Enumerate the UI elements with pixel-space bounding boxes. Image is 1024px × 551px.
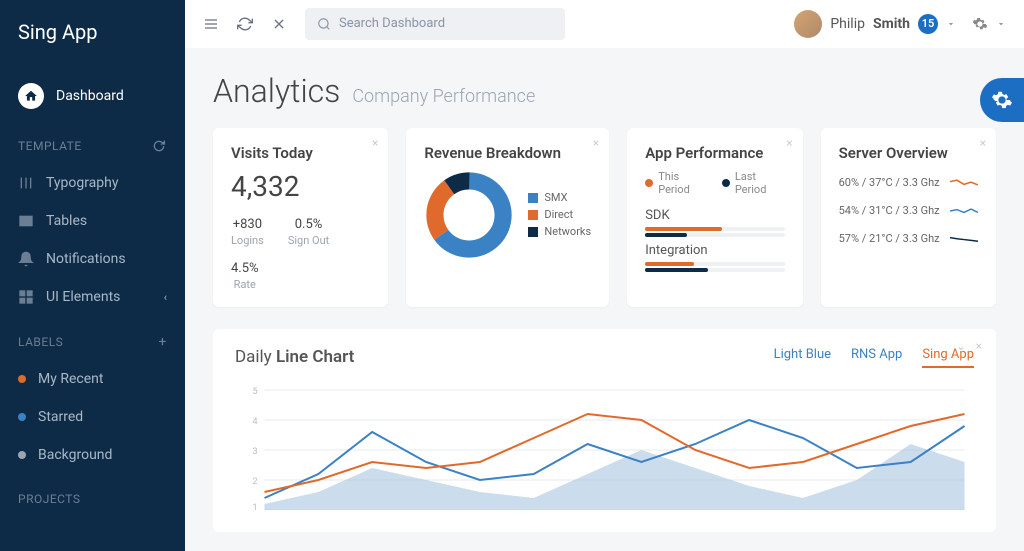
tab-light-blue[interactable]: Light Blue [774, 347, 831, 368]
legend-item: SMX [528, 191, 591, 204]
line-chart: 5 4 3 2 1 [235, 380, 974, 510]
section-labels: LABELS+ [0, 316, 185, 360]
nav-typography[interactable]: Typography [0, 164, 185, 202]
server-row: 57% / 21°C / 3.3 Ghz [839, 232, 978, 246]
close-icon[interactable]: × [372, 136, 378, 150]
main: Search Dashboard Philip Smith 15 Analyti… [185, 0, 1024, 551]
avatar [794, 10, 822, 38]
close-icon[interactable]: × [976, 339, 982, 353]
legend-item: Direct [528, 208, 591, 221]
page-title: AnalyticsCompany Performance [213, 72, 996, 110]
nav-dashboard[interactable]: Dashboard [0, 72, 185, 120]
sparkline [950, 232, 978, 246]
svg-text:1: 1 [253, 503, 258, 510]
close-icon[interactable]: × [980, 136, 986, 150]
svg-text:2: 2 [253, 477, 258, 487]
close-icon[interactable] [271, 16, 287, 32]
card-server: × Server Overview 60% / 37°C / 3.3 Ghz54… [821, 128, 996, 307]
tab-sing-app[interactable]: Sing App [922, 347, 974, 368]
progress-bar [645, 233, 784, 237]
chevron-down-icon [996, 19, 1006, 29]
refresh-icon[interactable] [151, 138, 167, 154]
progress-bar [645, 227, 784, 231]
close-icon[interactable]: × [593, 136, 599, 150]
search-icon [317, 17, 331, 31]
arrow-up-icon [356, 179, 370, 193]
progress-bar [645, 268, 784, 272]
brand: Sing App [0, 20, 185, 72]
section-projects: PROJECTS [0, 474, 185, 516]
refresh-icon[interactable] [237, 16, 253, 32]
donut-chart [424, 170, 514, 260]
nav-ui-elements[interactable]: UI Elements‹ [0, 278, 185, 316]
sparkline [950, 204, 978, 218]
card-visits: × Visits Today 4,332 +830Logins 0.5%Sign… [213, 128, 388, 307]
label-item[interactable]: My Recent [0, 360, 185, 398]
plus-icon[interactable]: + [159, 334, 167, 350]
sidebar: Sing App Dashboard TEMPLATE TypographyTa… [0, 0, 185, 551]
tab-rns-app[interactable]: RNS App [851, 347, 902, 368]
topbar: Search Dashboard Philip Smith 15 [185, 0, 1024, 48]
legend-item: This Period [645, 170, 708, 196]
home-icon [18, 83, 44, 109]
section-template: TEMPLATE [0, 120, 185, 164]
server-row: 54% / 31°C / 3.3 Ghz [839, 204, 978, 218]
label-item[interactable]: Background [0, 436, 185, 474]
card-revenue: × Revenue Breakdown SMXDirectNetworks [406, 128, 609, 307]
svg-text:3: 3 [253, 447, 258, 457]
menu-icon[interactable] [203, 16, 219, 32]
content: AnalyticsCompany Performance × Visits To… [185, 48, 1024, 551]
settings-fab[interactable] [980, 78, 1024, 122]
svg-text:5: 5 [253, 387, 258, 397]
card-performance: × App Performance This PeriodLast Period… [627, 128, 802, 307]
nav-notifications[interactable]: Notifications [0, 240, 185, 278]
chevron-down-icon [946, 19, 956, 29]
gear-icon[interactable] [972, 16, 988, 32]
notif-badge: 15 [918, 14, 938, 34]
server-row: 60% / 37°C / 3.3 Ghz [839, 176, 978, 190]
label-item[interactable]: Starred [0, 398, 185, 436]
nav-tables[interactable]: Tables [0, 202, 185, 240]
card-line-chart: ⌄ × Daily Line Chart Light BlueRNS AppSi… [213, 329, 996, 532]
gears-icon [991, 89, 1013, 111]
legend-item: Networks [528, 225, 591, 238]
search-input[interactable]: Search Dashboard [305, 8, 565, 40]
svg-text:4: 4 [253, 417, 258, 427]
chevron-down-icon[interactable]: ⌄ [956, 339, 966, 353]
sparkline [950, 176, 978, 190]
close-icon[interactable]: × [786, 136, 792, 150]
legend-item: Last Period [722, 170, 785, 196]
progress-bar [645, 262, 784, 266]
user-menu[interactable]: Philip Smith 15 [794, 10, 1006, 38]
